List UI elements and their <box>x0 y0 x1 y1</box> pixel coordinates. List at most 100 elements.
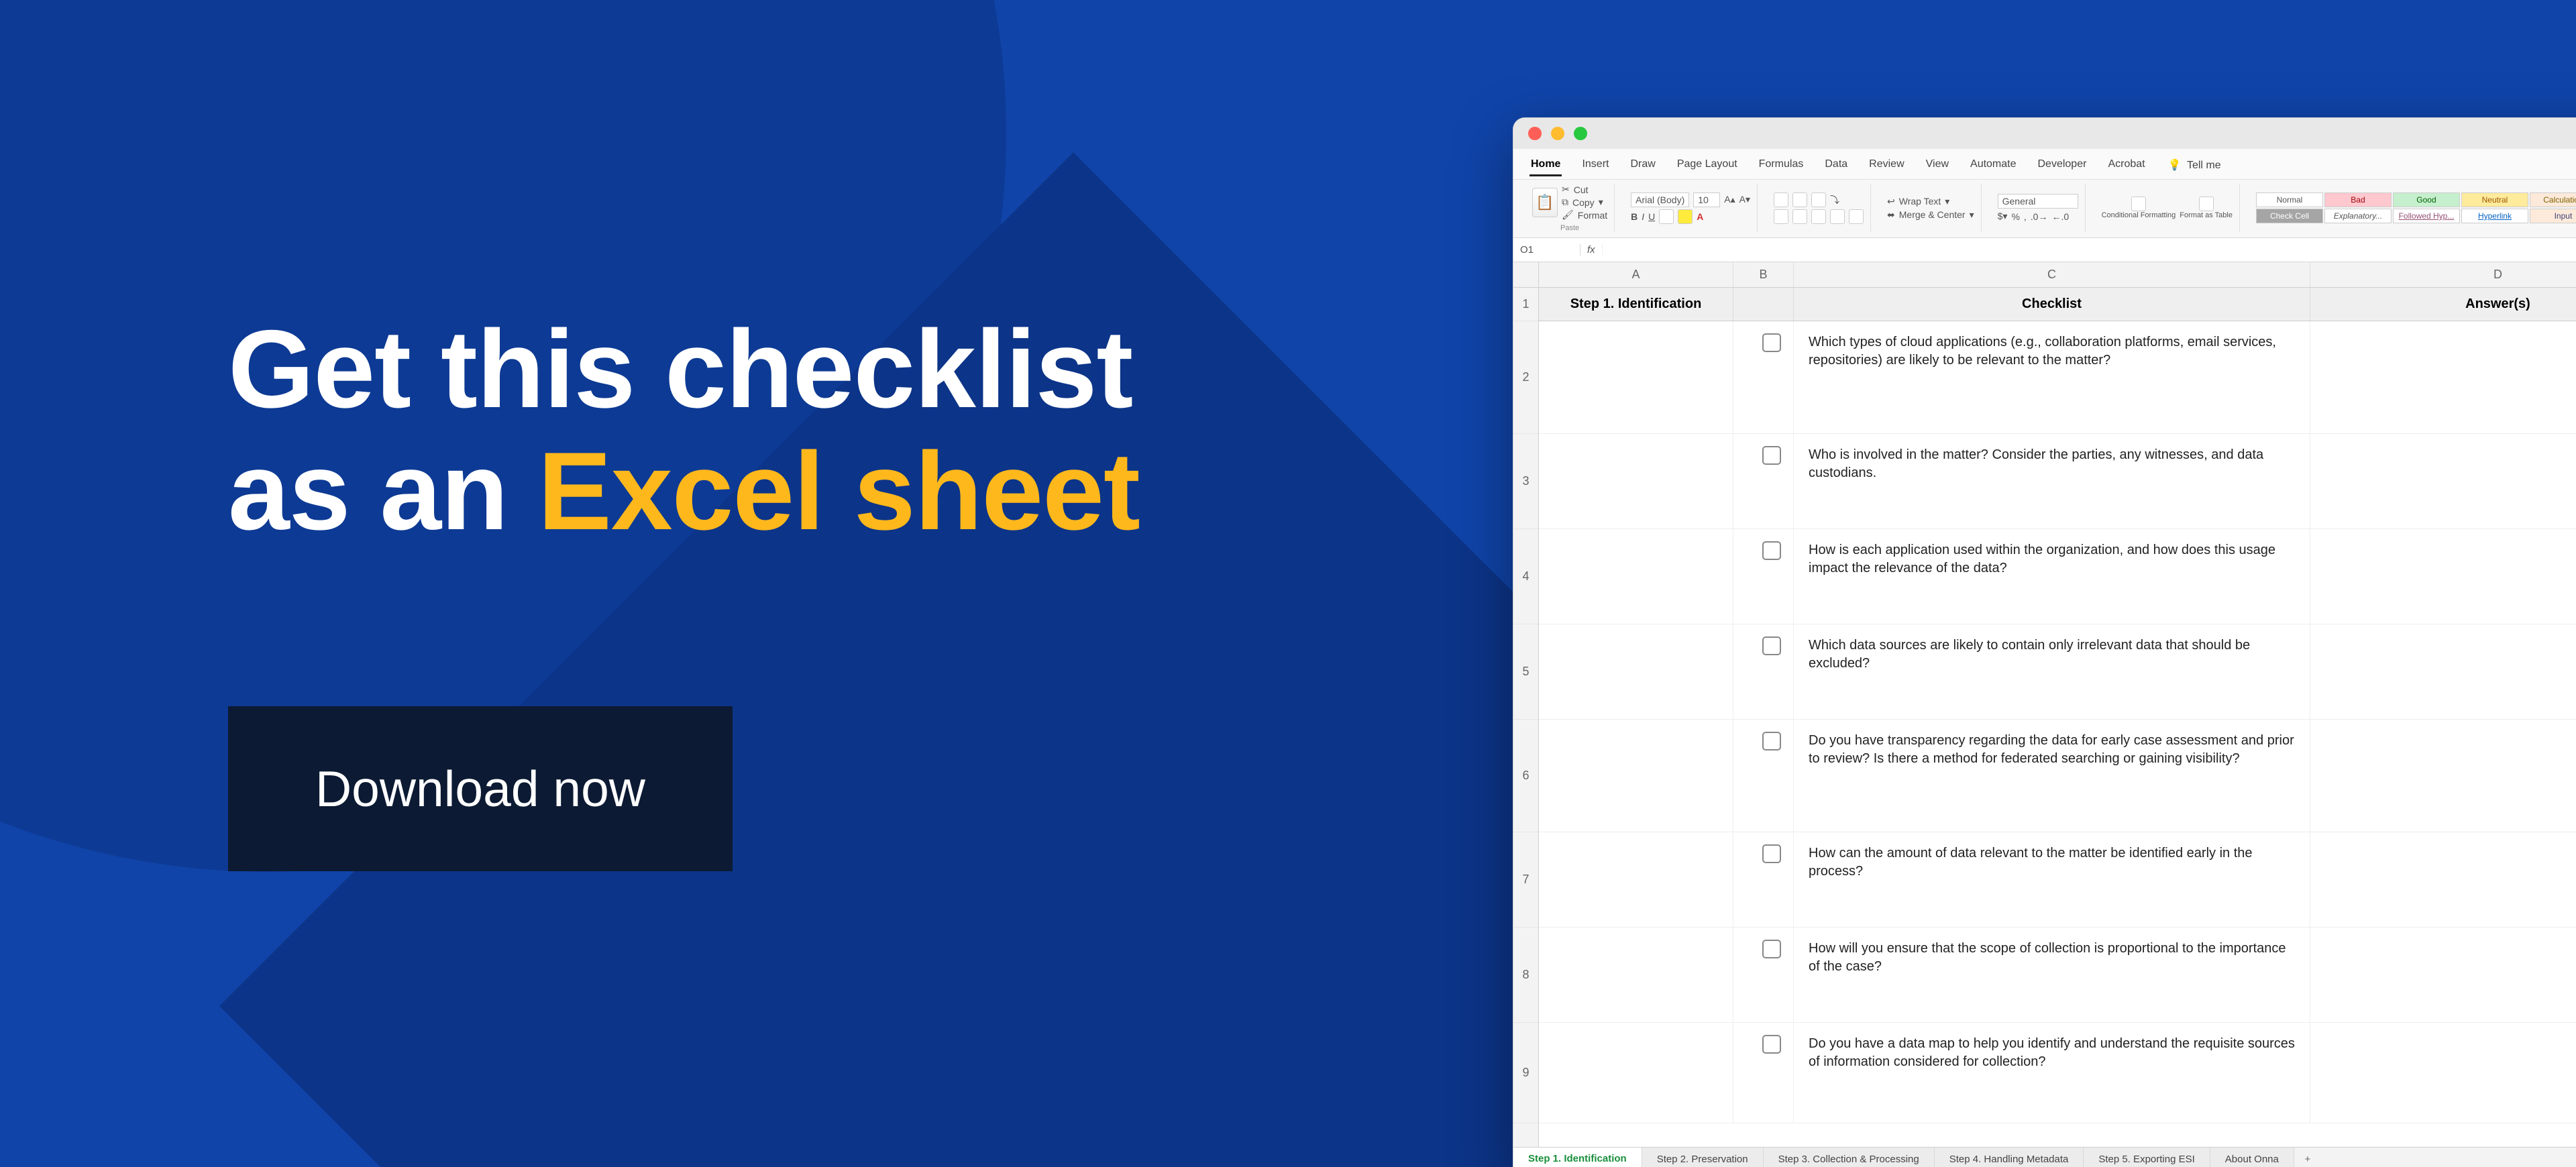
paste-icon[interactable]: 📋 <box>1532 188 1558 217</box>
checkbox-icon[interactable] <box>1762 844 1781 863</box>
style-normal[interactable]: Normal <box>2256 192 2323 207</box>
sheet-tab-step3[interactable]: Step 3. Collection & Processing <box>1764 1148 1935 1167</box>
checkbox-icon[interactable] <box>1762 446 1781 465</box>
cell-answer[interactable] <box>2310 832 2576 927</box>
cell-a[interactable] <box>1539 321 1733 433</box>
cell-a[interactable] <box>1539 832 1733 927</box>
tab-data[interactable]: Data <box>1823 154 1849 176</box>
italic-button[interactable]: I <box>1642 211 1644 222</box>
tab-view[interactable]: View <box>1925 154 1950 176</box>
tab-insert[interactable]: Insert <box>1580 154 1610 176</box>
increase-decimal-icon[interactable]: .0→ <box>2031 211 2048 222</box>
row-header[interactable]: 5 <box>1513 624 1538 720</box>
font-name-select[interactable]: Arial (Body) <box>1631 192 1689 207</box>
orientation-icon[interactable]: ⤵ <box>1830 193 1839 207</box>
tab-developer[interactable]: Developer <box>2037 154 2088 176</box>
col-header-d[interactable]: D <box>2310 262 2576 287</box>
row-header-1[interactable]: 1 <box>1513 288 1538 321</box>
style-hyperlink[interactable]: Hyperlink <box>2461 209 2528 223</box>
style-bad[interactable]: Bad <box>2324 192 2392 207</box>
align-top-icon[interactable] <box>1774 192 1788 207</box>
row-header[interactable]: 8 <box>1513 928 1538 1023</box>
add-sheet-button[interactable]: + <box>2294 1148 2321 1167</box>
minimize-icon[interactable] <box>1551 127 1564 140</box>
cell-question[interactable]: Which types of cloud applications (e.g.,… <box>1794 321 2310 433</box>
checkbox-icon[interactable] <box>1762 940 1781 958</box>
cell-checkbox[interactable] <box>1733 624 1794 719</box>
cell-checkbox[interactable] <box>1733 321 1794 433</box>
col-header-b[interactable]: B <box>1733 262 1794 287</box>
maximize-icon[interactable] <box>1574 127 1587 140</box>
sheet-tab-step2[interactable]: Step 2. Preservation <box>1642 1148 1764 1167</box>
row-header[interactable]: 6 <box>1513 720 1538 832</box>
cell-question[interactable]: How will you ensure that the scope of co… <box>1794 928 2310 1022</box>
indent-increase-icon[interactable] <box>1849 209 1864 224</box>
comma-icon[interactable]: , <box>2024 211 2027 222</box>
number-format-select[interactable]: General <box>1998 194 2078 209</box>
cell-answer[interactable] <box>2310 928 2576 1022</box>
header-checkbox-col[interactable] <box>1733 288 1794 321</box>
cell-checkbox[interactable] <box>1733 529 1794 624</box>
col-header-c[interactable]: C <box>1794 262 2310 287</box>
cell-checkbox[interactable] <box>1733 434 1794 529</box>
cell-answer[interactable] <box>2310 624 2576 719</box>
row-header[interactable]: 4 <box>1513 529 1538 624</box>
row-header[interactable]: 7 <box>1513 832 1538 928</box>
tab-draw[interactable]: Draw <box>1629 154 1656 176</box>
merge-center-button[interactable]: ⬌ Merge & Center ▾ <box>1887 209 1974 221</box>
style-neutral[interactable]: Neutral <box>2461 192 2528 207</box>
cell-answer[interactable] <box>2310 321 2576 433</box>
cell-checkbox[interactable] <box>1733 928 1794 1022</box>
row-header[interactable]: 9 <box>1513 1023 1538 1123</box>
font-color-button[interactable]: A <box>1697 211 1703 222</box>
cell-a[interactable] <box>1539 434 1733 529</box>
conditional-formatting-button[interactable]: Conditional Formatting <box>2102 197 2176 219</box>
checkbox-icon[interactable] <box>1762 541 1781 560</box>
style-followed-hyperlink[interactable]: Followed Hyp... <box>2393 209 2460 223</box>
cell-question[interactable]: Which data sources are likely to contain… <box>1794 624 2310 719</box>
tab-review[interactable]: Review <box>1868 154 1905 176</box>
sheet-tab-about[interactable]: About Onna <box>2210 1148 2294 1167</box>
name-box[interactable]: O1 <box>1513 244 1580 256</box>
row-header[interactable]: 2 <box>1513 321 1538 434</box>
format-painter-button[interactable]: 🖌 Format <box>1562 209 1607 221</box>
cell-a[interactable] <box>1539 720 1733 832</box>
checkbox-icon[interactable] <box>1762 1035 1781 1054</box>
align-center-icon[interactable] <box>1792 209 1807 224</box>
style-check-cell[interactable]: Check Cell <box>2256 209 2323 223</box>
style-input[interactable]: Input <box>2530 209 2576 223</box>
close-icon[interactable] <box>1528 127 1542 140</box>
fill-color-button[interactable] <box>1678 209 1693 224</box>
cell-answer[interactable] <box>2310 434 2576 529</box>
align-bottom-icon[interactable] <box>1811 192 1826 207</box>
cell-a[interactable] <box>1539 928 1733 1022</box>
checkbox-icon[interactable] <box>1762 732 1781 751</box>
cut-button[interactable]: ✂ Cut <box>1562 184 1607 195</box>
select-all-corner[interactable] <box>1513 262 1538 288</box>
align-left-icon[interactable] <box>1774 209 1788 224</box>
cell-question[interactable]: Do you have a data map to help you ident… <box>1794 1023 2310 1123</box>
cell-answer[interactable] <box>2310 1023 2576 1123</box>
cell-checkbox[interactable] <box>1733 720 1794 832</box>
cell-question[interactable]: Do you have transparency regarding the d… <box>1794 720 2310 832</box>
col-header-a[interactable]: A <box>1539 262 1733 287</box>
decrease-decimal-icon[interactable]: ←.0 <box>2051 211 2069 222</box>
cell-a[interactable] <box>1539 529 1733 624</box>
tab-page-layout[interactable]: Page Layout <box>1676 154 1739 176</box>
tab-acrobat[interactable]: Acrobat <box>2106 154 2146 176</box>
sheet-tab-step4[interactable]: Step 4. Handling Metadata <box>1935 1148 2084 1167</box>
cell-a[interactable] <box>1539 624 1733 719</box>
checkbox-icon[interactable] <box>1762 333 1781 352</box>
header-answers[interactable]: Answer(s) <box>2310 288 2576 321</box>
font-size-select[interactable]: 10 <box>1693 192 1720 207</box>
wrap-text-button[interactable]: ↩ Wrap Text ▾ <box>1887 196 1974 207</box>
style-good[interactable]: Good <box>2393 192 2460 207</box>
bold-button[interactable]: B <box>1631 211 1638 222</box>
underline-button[interactable]: U <box>1648 211 1655 222</box>
header-identification[interactable]: Step 1. Identification <box>1539 288 1733 321</box>
sheet-tab-step1[interactable]: Step 1. Identification <box>1513 1148 1642 1167</box>
style-calculation[interactable]: Calculation <box>2530 192 2576 207</box>
cell-question[interactable]: How can the amount of data relevant to t… <box>1794 832 2310 927</box>
currency-icon[interactable]: $▾ <box>1998 211 2008 222</box>
increase-font-icon[interactable]: A▴ <box>1724 194 1735 205</box>
